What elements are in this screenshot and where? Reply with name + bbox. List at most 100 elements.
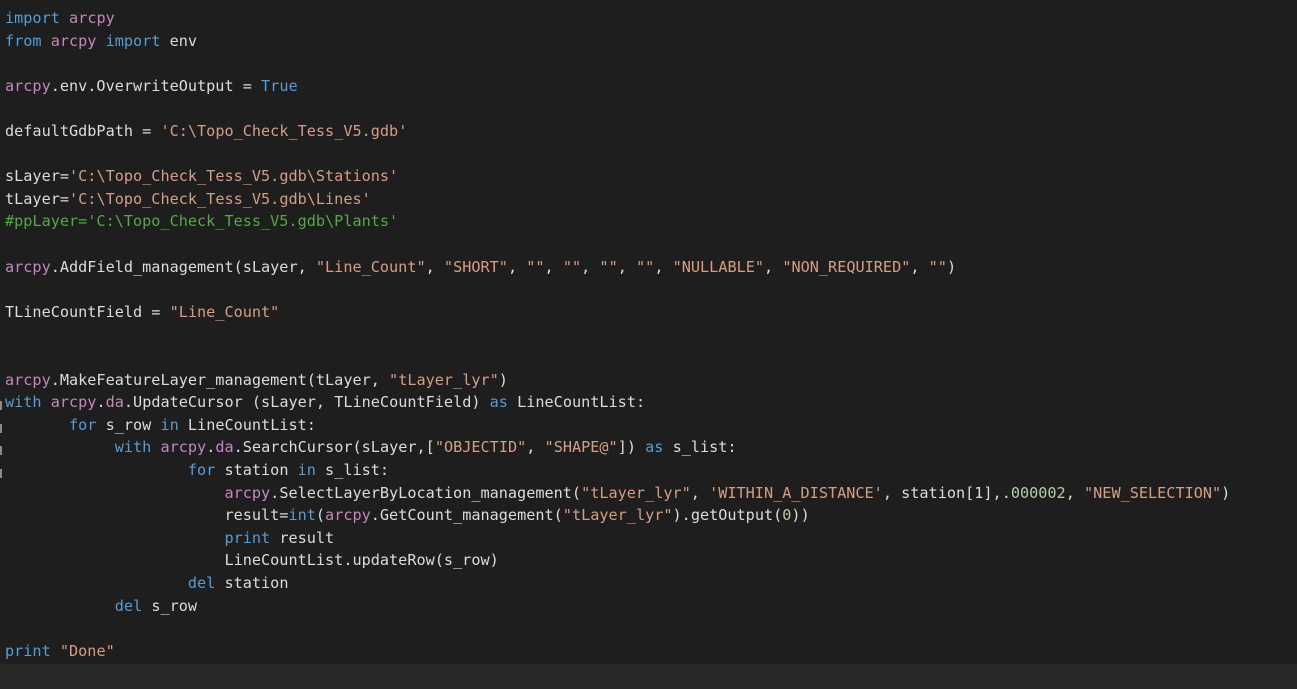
code-token: arcpy: [325, 506, 371, 525]
code-line[interactable]: arcpy.MakeFeatureLayer_management(tLayer…: [5, 369, 508, 392]
code-token: result: [270, 528, 335, 547]
code-token: station: [215, 574, 289, 592]
code-token: ): [1221, 483, 1231, 502]
code-token: .AddField_management(sLayer,: [50, 257, 316, 276]
code-token: import: [105, 31, 161, 50]
fold-marker[interactable]: [0, 446, 2, 455]
fold-marker[interactable]: [0, 469, 2, 478]
code-token: ,: [526, 438, 545, 457]
code-line[interactable]: defaultGdbPath = 'C:\Topo_Check_Tess_V5.…: [5, 120, 407, 143]
code-token: .: [206, 438, 216, 457]
code-token: "tLayer_lyr": [581, 483, 691, 502]
code-token: for: [187, 461, 216, 479]
code-token: "SHAPE@": [544, 438, 618, 457]
code-token: .: [96, 393, 106, 412]
code-token: print: [5, 641, 51, 660]
code-token: "SHORT": [443, 257, 508, 276]
code-token: .MakeFeatureLayer_management(tLayer,: [50, 370, 390, 389]
code-token: as: [645, 438, 664, 457]
code-token: arcpy: [224, 483, 271, 502]
code-token: .UpdateCursor (sLayer, TLineCountField): [123, 393, 490, 412]
code-token: "Line_Count": [169, 302, 280, 321]
code-token: (: [315, 506, 326, 525]
code-token: in: [160, 415, 179, 434]
code-token: arcpy: [5, 76, 51, 95]
code-token: sLayer=: [5, 167, 70, 186]
code-line[interactable]: del s_row: [5, 595, 197, 618]
code-line[interactable]: for s_row in LineCountList:: [5, 414, 316, 437]
code-line[interactable]: with arcpy.da.SearchCursor(sLayer,["OBJE…: [5, 436, 737, 459]
code-line[interactable]: arcpy.env.OverwriteOutput = True: [5, 75, 298, 98]
code-token: "NON_REQUIRED": [782, 257, 911, 276]
code-token: s_row: [96, 415, 161, 434]
code-token: .GetCount_management(: [370, 506, 563, 525]
code-token: "": [599, 257, 618, 276]
code-token: ,: [617, 257, 637, 276]
code-line[interactable]: print result: [5, 527, 334, 550]
code-token: print: [224, 528, 271, 547]
code-token: arcpy: [50, 393, 97, 412]
code-token: ,: [1065, 483, 1085, 502]
current-line-highlight: [0, 664, 1297, 689]
code-token: .env.OverwriteOutput =: [50, 76, 262, 95]
code-editor[interactable]: import arcpy from arcpy import env arcpy.e…: [0, 0, 1297, 689]
code-token: s_list:: [663, 438, 737, 457]
code-token: tLayer=: [5, 189, 70, 208]
code-line[interactable]: arcpy.AddField_management(sLayer, "Line_…: [5, 256, 956, 279]
code-token: del: [187, 574, 216, 592]
code-line[interactable]: #ppLayer='C:\Topo_Check_Tess_V5.gdb\Plan…: [5, 210, 398, 233]
code-token: , station[1],.: [882, 483, 1011, 502]
code-token: result=: [5, 506, 289, 525]
code-token: ,: [690, 483, 710, 502]
code-token: import: [5, 9, 60, 27]
code-token: with: [114, 438, 152, 457]
code-token: "Line_Count": [315, 257, 426, 276]
code-line[interactable]: import arcpy: [5, 7, 115, 30]
code-token: "": [928, 257, 947, 276]
code-token: ,: [654, 257, 673, 276]
code-line[interactable]: del station: [5, 572, 289, 595]
fold-marker[interactable]: [0, 401, 2, 410]
code-token: da: [105, 393, 124, 412]
fold-marker[interactable]: [0, 424, 2, 433]
code-line[interactable]: sLayer='C:\Topo_Check_Tess_V5.gdb\Statio…: [5, 165, 398, 188]
code-token: "": [636, 257, 655, 276]
code-line[interactable]: LineCountList.updateRow(s_row): [5, 549, 498, 572]
code-line[interactable]: tLayer='C:\Topo_Check_Tess_V5.gdb\Lines': [5, 188, 371, 211]
code-line[interactable]: with arcpy.da.UpdateCursor (sLayer, TLin…: [5, 391, 645, 414]
code-line[interactable]: arcpy.SelectLayerByLocation_management("…: [5, 482, 1230, 505]
code-line[interactable]: for station in s_list:: [5, 459, 389, 482]
code-token: 'C:\Topo_Check_Tess_V5.gdb\Stations': [69, 167, 399, 186]
code-token: LineCountList:: [507, 393, 646, 412]
code-token: 'WITHIN_A_DISTANCE': [709, 483, 883, 502]
code-token: ): [946, 257, 957, 276]
code-line[interactable]: result=int(arcpy.GetCount_management("tL…: [5, 504, 809, 527]
code-token: "NULLABLE": [672, 257, 765, 276]
code-token: ]): [617, 438, 646, 457]
code-token: .SelectLayerByLocation_management(: [270, 483, 582, 502]
code-line[interactable]: TLineCountField = "Line_Count": [5, 301, 279, 324]
code-token: ): [498, 370, 508, 389]
code-line[interactable]: from arcpy import env: [5, 30, 197, 53]
code-token: del: [114, 596, 143, 615]
code-token: True: [261, 76, 298, 95]
code-line[interactable]: print "Done": [5, 640, 115, 663]
code-token: arcpy: [69, 9, 115, 27]
code-token: ,: [764, 257, 783, 276]
code-token: station: [215, 461, 298, 479]
code-token: ,: [507, 257, 527, 276]
code-token: with: [5, 393, 42, 412]
code-token: .SearchCursor(sLayer,[: [233, 438, 435, 457]
code-token: "OBJECTID": [434, 438, 527, 457]
code-token: arcpy: [160, 438, 207, 457]
code-token: "": [526, 257, 545, 276]
code-token: 000002: [1010, 483, 1066, 502]
code-token: from: [5, 31, 42, 50]
